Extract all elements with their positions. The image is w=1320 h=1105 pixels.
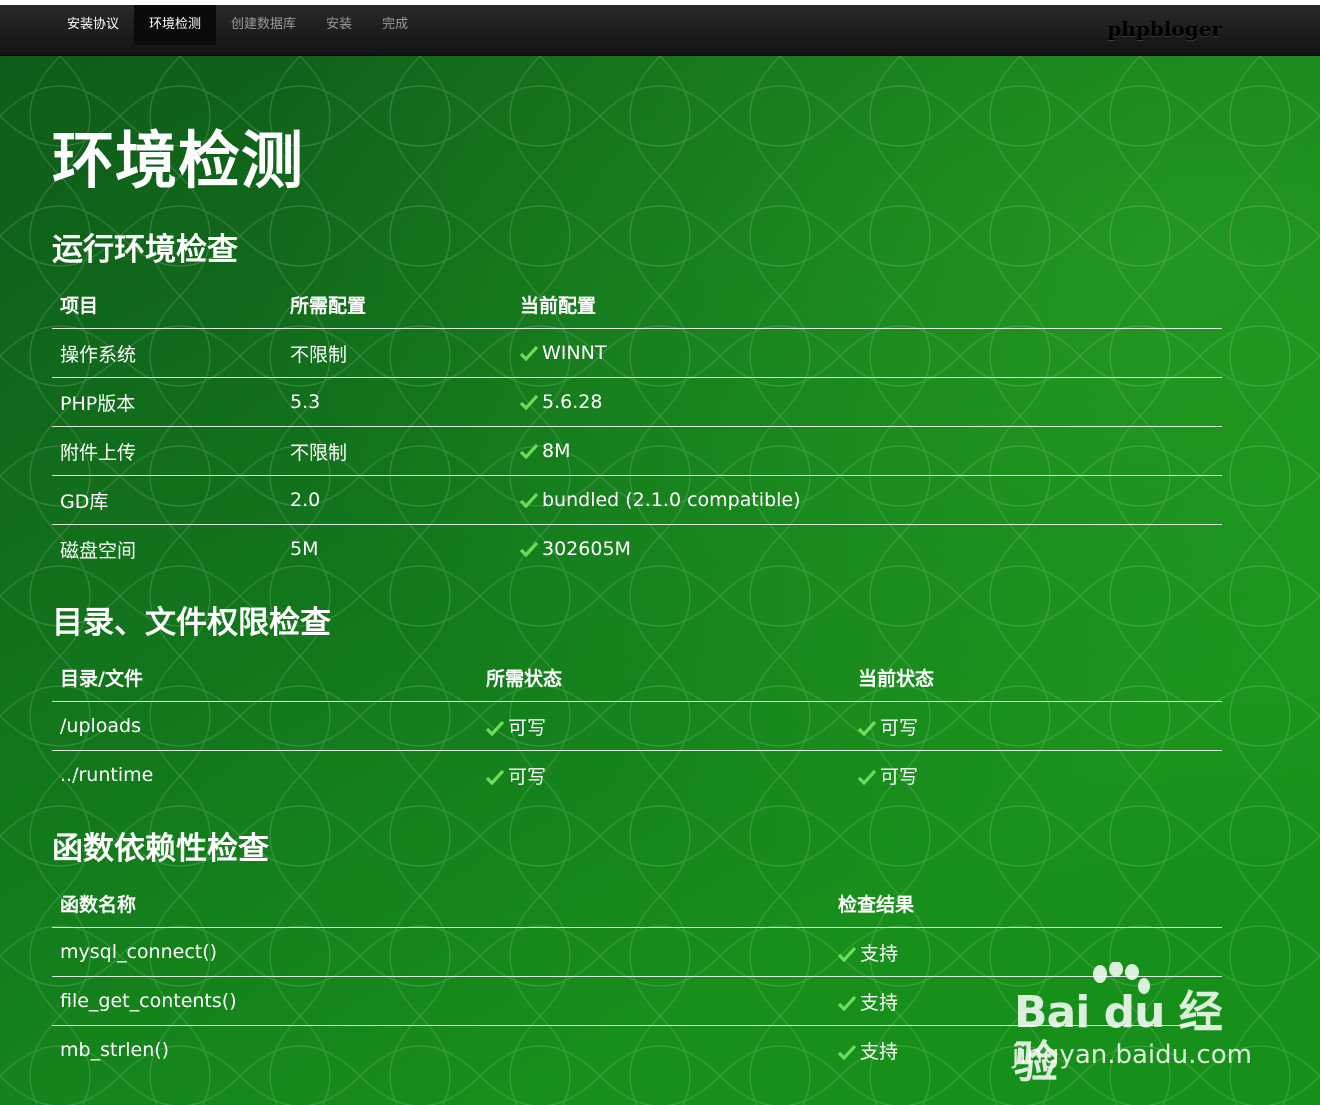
item-cell: 操作系统 bbox=[52, 328, 282, 378]
required-cell: 2.0 bbox=[282, 475, 512, 525]
column-header: 所需配置 bbox=[290, 294, 367, 317]
column-header: 项目 bbox=[60, 294, 99, 317]
page-title: 环境检测 bbox=[52, 124, 305, 197]
check-icon bbox=[858, 769, 876, 785]
column-header: 目录/文件 bbox=[60, 667, 143, 690]
current-cell: 8M bbox=[512, 426, 1222, 476]
function-cell: mb_strlen() bbox=[52, 1025, 830, 1074]
result-value: 支持 bbox=[860, 942, 899, 965]
result-value: 支持 bbox=[860, 991, 899, 1014]
required-cell: 5.3 bbox=[282, 377, 512, 427]
path-cell: /uploads bbox=[52, 701, 478, 751]
current-value: 302605M bbox=[542, 538, 631, 560]
required-cell: 不限制 bbox=[282, 328, 512, 378]
table-row: ../runtime 可写 可写 bbox=[52, 750, 1222, 799]
dir-check-table: 目录/文件 所需状态 当前状态 /uploads 可写 可写 ../runtim… bbox=[52, 653, 1222, 799]
nav-step-env-check[interactable]: 环境检测 bbox=[134, 5, 217, 45]
table-row: 磁盘空间 5M 302605M bbox=[52, 524, 1222, 573]
current-cell: 302605M bbox=[512, 524, 1222, 573]
table-row: 操作系统 不限制 WINNT bbox=[52, 328, 1222, 378]
function-cell: mysql_connect() bbox=[52, 927, 830, 977]
check-icon bbox=[520, 492, 538, 508]
current-cell: WINNT bbox=[512, 328, 1222, 378]
install-steps-nav: 安装协议 环境检测 创建数据库 安装 完成 bbox=[52, 5, 423, 45]
table-header-row: 函数名称 检查结果 bbox=[52, 879, 1222, 928]
current-value: WINNT bbox=[542, 342, 607, 364]
table-row: /uploads 可写 可写 bbox=[52, 701, 1222, 751]
baidu-jingyan-watermark: Bai du 经验 jingyan.baidu.com bbox=[1010, 962, 1260, 1088]
dir-check-title: 目录、文件权限检查 bbox=[52, 605, 331, 641]
current-cell: 可写 bbox=[850, 750, 1222, 799]
nav-step-agreement[interactable]: 安装协议 bbox=[52, 5, 134, 45]
env-check-table: 项目 所需配置 当前配置 操作系统 不限制 WINNT PHP版本 5.3 5.… bbox=[52, 280, 1222, 573]
item-cell: GD库 bbox=[52, 475, 282, 525]
current-cell: 5.6.28 bbox=[512, 377, 1222, 427]
top-navbar: 安装协议 环境检测 创建数据库 安装 完成 phpbloger bbox=[0, 5, 1320, 56]
check-icon bbox=[858, 720, 876, 736]
required-cell: 可写 bbox=[478, 750, 850, 799]
item-cell: 附件上传 bbox=[52, 426, 282, 476]
check-icon bbox=[520, 345, 538, 361]
watermark-url: jingyan.baidu.com bbox=[1012, 1040, 1252, 1070]
column-header: 所需状态 bbox=[486, 667, 563, 690]
table-row: PHP版本 5.3 5.6.28 bbox=[52, 377, 1222, 427]
current-cell: 可写 bbox=[850, 701, 1222, 751]
current-value: bundled (2.1.0 compatible) bbox=[542, 489, 801, 511]
current-value: 可写 bbox=[880, 716, 919, 739]
item-cell: 磁盘空间 bbox=[52, 524, 282, 573]
current-value: 可写 bbox=[880, 765, 919, 788]
nav-step-install[interactable]: 安装 bbox=[311, 5, 367, 45]
check-icon bbox=[520, 443, 538, 459]
nav-step-create-db[interactable]: 创建数据库 bbox=[216, 5, 311, 45]
watermark-brand: Bai du 经验 bbox=[1014, 987, 1223, 1088]
nav-step-finish[interactable]: 完成 bbox=[367, 5, 423, 45]
check-icon bbox=[520, 394, 538, 410]
current-value: 5.6.28 bbox=[542, 391, 603, 413]
required-value: 可写 bbox=[508, 765, 547, 788]
column-header: 当前配置 bbox=[520, 294, 597, 317]
required-cell: 5M bbox=[282, 524, 512, 573]
brand-logo[interactable]: phpbloger bbox=[1107, 17, 1222, 41]
column-header: 函数名称 bbox=[60, 893, 137, 916]
required-value: 可写 bbox=[508, 716, 547, 739]
check-icon bbox=[520, 541, 538, 557]
required-cell: 可写 bbox=[478, 701, 850, 751]
result-value: 支持 bbox=[860, 1040, 899, 1063]
current-cell: bundled (2.1.0 compatible) bbox=[512, 475, 1222, 525]
column-header: 检查结果 bbox=[838, 893, 915, 916]
table-row: 附件上传 不限制 8M bbox=[52, 426, 1222, 476]
env-check-title: 运行环境检查 bbox=[52, 232, 238, 268]
table-header-row: 项目 所需配置 当前配置 bbox=[52, 280, 1222, 329]
check-icon bbox=[838, 946, 856, 962]
path-cell: ../runtime bbox=[52, 750, 478, 799]
check-icon bbox=[486, 720, 504, 736]
required-cell: 不限制 bbox=[282, 426, 512, 476]
func-check-title: 函数依赖性检查 bbox=[52, 831, 269, 867]
check-icon bbox=[838, 995, 856, 1011]
current-value: 8M bbox=[542, 440, 571, 462]
function-cell: file_get_contents() bbox=[52, 976, 830, 1026]
table-row: GD库 2.0 bundled (2.1.0 compatible) bbox=[52, 475, 1222, 525]
item-cell: PHP版本 bbox=[52, 377, 282, 427]
table-header-row: 目录/文件 所需状态 当前状态 bbox=[52, 653, 1222, 702]
column-header: 当前状态 bbox=[858, 667, 935, 690]
main-area: 环境检测 运行环境检查 项目 所需配置 当前配置 操作系统 不限制 WINNT … bbox=[0, 56, 1320, 1105]
check-icon bbox=[486, 769, 504, 785]
check-icon bbox=[838, 1044, 856, 1060]
